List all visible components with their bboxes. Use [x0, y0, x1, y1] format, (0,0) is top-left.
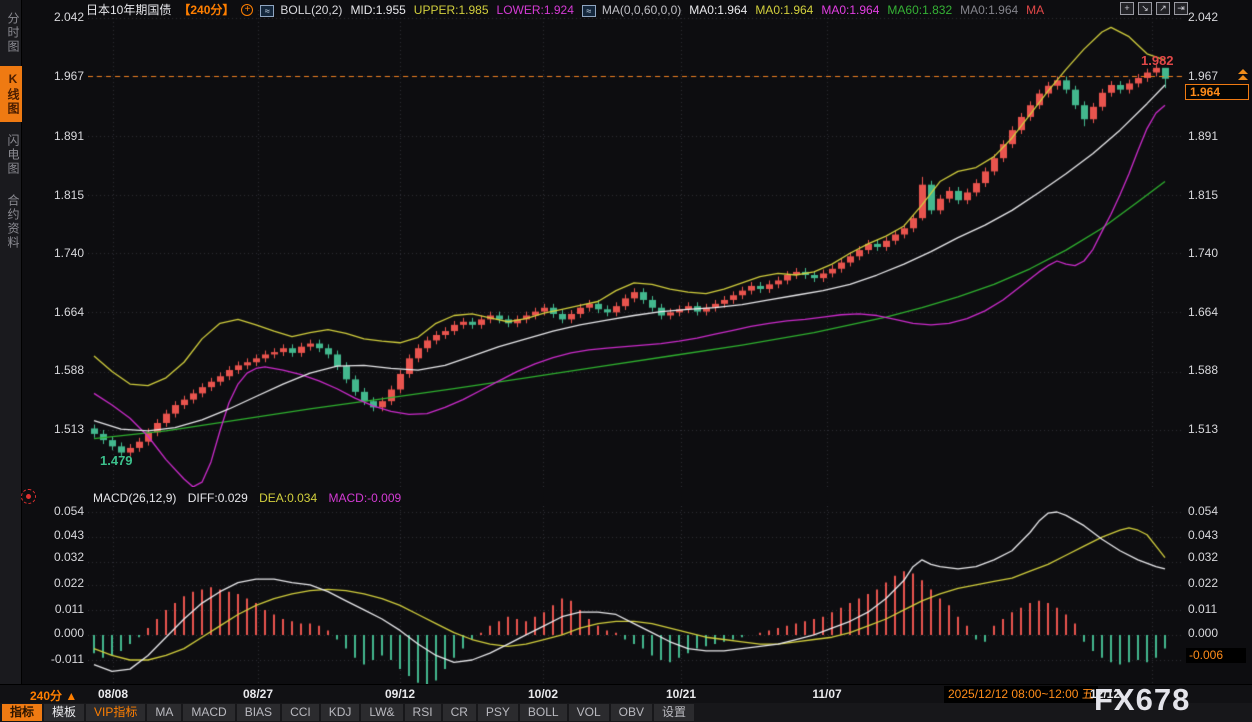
indicator-value: MA60:1.832: [887, 3, 952, 17]
price-chart-canvas[interactable]: [88, 10, 1183, 487]
date-tick-label: 11/07: [812, 687, 841, 701]
macd-macd-value: MACD:-0.009: [328, 491, 401, 505]
indicator-value: MA0:1.964: [960, 3, 1018, 17]
left-sidebar: 分时图 K线图闪电图合约资料: [0, 0, 22, 684]
chart-window-controls: + ↘ ↗ ⇥: [1120, 2, 1188, 15]
current-price-box: 1.964: [1185, 84, 1249, 100]
current-macd-box: -0.006: [1186, 648, 1246, 663]
time-axis: 240分 ▲ 08/08 08/27 09/12 10/02 10/21 11/07 20…: [0, 684, 1252, 703]
indicator-readouts: ≈ BOLL(20,2) MID:1.955 UPPER:1.985 LOWER:1.9…: [260, 3, 1052, 17]
indicator-value: MA0:1.964: [821, 3, 879, 17]
high-price-label: 1.982: [1141, 53, 1174, 68]
toolbar-button-VOL[interactable]: VOL: [569, 704, 609, 721]
toolbar-button-PSY[interactable]: PSY: [478, 704, 518, 721]
macd-dea-value: DEA:0.034: [259, 491, 317, 505]
indicator-value: MA(0,0,60,0,0): [602, 3, 681, 17]
zoom-out-corner-icon[interactable]: ↗: [1156, 2, 1170, 15]
toolbar-button-指标[interactable]: 指标: [2, 704, 42, 721]
indicator-value: MA: [1026, 3, 1044, 17]
toolbar-button-MACD[interactable]: MACD: [183, 704, 234, 721]
axis-tick-label: 2.042: [1188, 10, 1218, 24]
chart-header: 日本10年期国债 【240分】 + ≈ BOLL(20,2) MID:1.955 UP…: [86, 2, 1052, 17]
date-tick-label: 08/27: [243, 687, 273, 701]
period-selector[interactable]: 【240分】: [178, 1, 234, 18]
price-up-arrows-icon: [1238, 69, 1248, 81]
current-bar-datetime: 2025/12/12 08:00~12:00 五: [944, 686, 1098, 703]
zoom-in-corner-icon[interactable]: ↘: [1138, 2, 1152, 15]
boll-indicator-icon[interactable]: ≈: [260, 5, 274, 17]
axis-tick-label: 1.588: [1188, 363, 1218, 377]
period-label[interactable]: 240分 ▲: [30, 687, 77, 704]
ma-indicator-icon[interactable]: ≈: [582, 5, 596, 17]
site-watermark: FX678: [1094, 682, 1190, 718]
axis-tick-label: 0.000: [1188, 626, 1218, 640]
add-indicator-icon[interactable]: +: [241, 4, 253, 16]
toolbar-button-BIAS[interactable]: BIAS: [237, 704, 280, 721]
indicator-value: UPPER:1.985: [414, 3, 489, 17]
toolbar-button-BOLL[interactable]: BOLL: [520, 704, 567, 721]
toolbar-button-LW&[interactable]: LW&: [361, 704, 402, 721]
toolbar-button-RSI[interactable]: RSI: [405, 704, 441, 721]
indicator-toolbar: 指标模板VIP指标MAMACDBIASCCIKDJLW&RSICRPSYBOLL…: [0, 703, 1252, 722]
toolbar-button-KDJ[interactable]: KDJ: [321, 704, 360, 721]
instrument-name: 日本10年期国债: [86, 1, 171, 18]
axis-tick-label: 0.054: [1188, 504, 1218, 518]
date-tick-label: 08/08: [98, 687, 128, 701]
toolbar-button-设置[interactable]: 设置: [654, 704, 694, 721]
toolbar-button-CR[interactable]: CR: [443, 704, 476, 721]
indicator-value: MA0:1.964: [689, 3, 747, 17]
low-price-label: 1.479: [100, 453, 133, 468]
toolbar-button-模板[interactable]: 模板: [44, 704, 84, 721]
date-tick-label: 10/21: [666, 687, 696, 701]
toolbar-button-OBV[interactable]: OBV: [611, 704, 652, 721]
axis-tick-label: 1.815: [1188, 188, 1218, 202]
axis-tick-label: 0.011: [1188, 602, 1217, 616]
indicator-value: MID:1.955: [350, 3, 405, 17]
macd-chart-canvas[interactable]: [88, 506, 1183, 684]
axis-tick-label: 0.043: [1188, 528, 1218, 542]
macd-diff-value: DIFF:0.029: [188, 491, 248, 505]
date-tick-label: 09/12: [385, 687, 415, 701]
toolbar-button-VIP指标[interactable]: VIP指标: [86, 704, 145, 721]
crosshair-move-icon[interactable]: +: [1120, 2, 1134, 15]
sidebar-tab-合约资料[interactable]: 合约资料: [0, 188, 22, 256]
axis-tick-label: 1.513: [1188, 422, 1218, 436]
indicator-value: LOWER:1.924: [497, 3, 574, 17]
macd-name-label: MACD(26,12,9): [93, 491, 176, 505]
macd-indicator-header: MACD(26,12,9) DIFF:0.029 DEA:0.034 MACD:…: [93, 491, 409, 505]
indicator-value: MA0:1.964: [755, 3, 813, 17]
toolbar-button-MA[interactable]: MA: [147, 704, 181, 721]
sidebar-tab-分时图[interactable]: 分时图: [0, 6, 22, 60]
axis-tick-label: 1.664: [1188, 305, 1218, 319]
sidebar-tab-K线图[interactable]: K线图: [0, 66, 22, 122]
axis-tick-label: 1.891: [1188, 129, 1218, 143]
chart-application: 分时图 K线图闪电图合约资料 日本10年期国债 【240分】 + ≈ BOLL(20…: [0, 0, 1252, 722]
indicator-value: BOLL(20,2): [280, 3, 342, 17]
axis-tick-label: 1.967: [1188, 69, 1218, 83]
axis-tick-label: 0.032: [1188, 550, 1218, 564]
axis-tick-label: 1.740: [1188, 246, 1218, 260]
indicator-settings-icon[interactable]: [21, 489, 36, 504]
sidebar-tab-闪电图[interactable]: 闪电图: [0, 128, 22, 182]
axis-tick-label: 0.022: [1188, 576, 1218, 590]
date-tick-label: 10/02: [528, 687, 558, 701]
pan-right-icon[interactable]: ⇥: [1174, 2, 1188, 15]
toolbar-button-CCI[interactable]: CCI: [282, 704, 319, 721]
